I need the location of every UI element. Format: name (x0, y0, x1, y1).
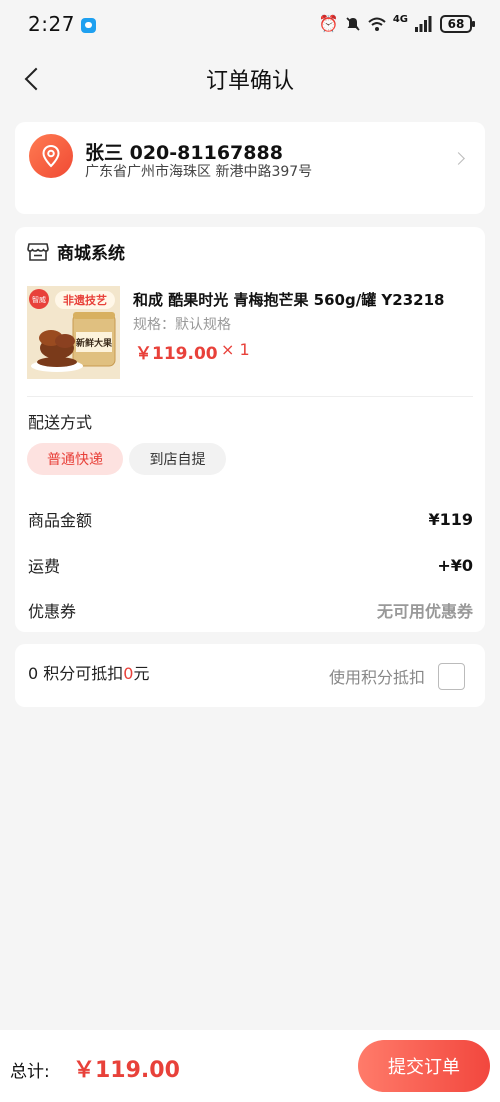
points-suffix: 元 (133, 664, 150, 683)
network-type: 4G (392, 13, 408, 25)
signal-icon (415, 16, 432, 32)
product-brand: 智威 (32, 295, 46, 304)
address-detail: 广东省广州市海珠区 新港中路397号 (85, 164, 313, 180)
bottom-bar: 总计: ￥119.00 提交订单 (0, 1030, 500, 1102)
coupon-value: 无可用优惠券 (376, 602, 473, 621)
shop-name: 商城系统 (57, 244, 125, 264)
total-label: 总计: (10, 1062, 50, 1082)
store-icon (27, 242, 49, 261)
product-name: 和成 酷果时光 青梅抱芒果 560g/罐 Y23218 (133, 291, 445, 309)
divider (27, 396, 473, 397)
back-button[interactable] (18, 64, 48, 94)
coupon-row[interactable]: 优惠券 无可用优惠券 (28, 598, 473, 622)
delivery-option-express[interactable]: 普通快递 (27, 443, 123, 475)
page-title: 订单确认 (205, 69, 294, 94)
goods-amount-row: 商品金额 ¥119 (28, 507, 473, 531)
chevron-left-icon (24, 67, 48, 91)
chat-app-icon (80, 17, 96, 33)
wifi-icon (368, 17, 386, 31)
coupon-label: 优惠券 (28, 602, 77, 621)
chevron-right-icon (452, 152, 465, 165)
points-text: 0 积分可抵扣0元 (28, 660, 149, 684)
product-quantity: × 1 (221, 340, 250, 359)
nav-bar: 订单确认 (0, 50, 500, 108)
address-card[interactable]: 张三 020-81167888 广东省广州市海珠区 新港中路397号 (15, 122, 485, 214)
submit-order-button[interactable]: 提交订单 (358, 1040, 490, 1092)
location-pin-icon (29, 134, 73, 178)
product-banner: 非遗技艺 (63, 293, 107, 307)
use-points-checkbox[interactable] (438, 663, 465, 690)
total-value: ￥119.00 (73, 1058, 180, 1083)
shipping-row: 运费 +¥0 (28, 553, 473, 577)
goods-amount-value: ¥119 (428, 509, 473, 529)
status-icons: ⏰ 4G 68 (318, 13, 475, 33)
product-jar-label: 新鲜大果 (76, 337, 113, 349)
battery-icon: 68 (440, 15, 475, 33)
product-price: ￥119.00 (135, 344, 218, 364)
delivery-label: 配送方式 (28, 413, 93, 432)
product-spec: 规格：默认规格 (133, 317, 231, 333)
use-points-label: 使用积分抵扣 (328, 668, 425, 687)
points-card: 0 积分可抵扣0元 使用积分抵扣 (15, 644, 485, 707)
goods-amount-label: 商品金额 (28, 511, 93, 530)
shipping-value: +¥0 (437, 555, 473, 575)
shop-row: 商城系统 (27, 239, 125, 264)
product-image: 智威 非遗技艺 新鲜大果 (27, 286, 120, 379)
points-prefix: 0 积分可抵扣 (28, 664, 124, 683)
shipping-label: 运费 (28, 557, 61, 576)
status-time: 2:27 (28, 12, 75, 36)
mute-icon (346, 17, 360, 31)
delivery-option-pickup[interactable]: 到店自提 (129, 443, 226, 475)
status-bar: 2:27 ⏰ 4G 68 (0, 0, 500, 48)
alarm-icon: ⏰ (318, 14, 339, 33)
product-card: 商城系统 智威 非遗技艺 新鲜大果 和成 酷果时光 青梅抱芒果 560g/罐 Y… (15, 227, 485, 632)
points-amount: 0 (123, 664, 134, 683)
